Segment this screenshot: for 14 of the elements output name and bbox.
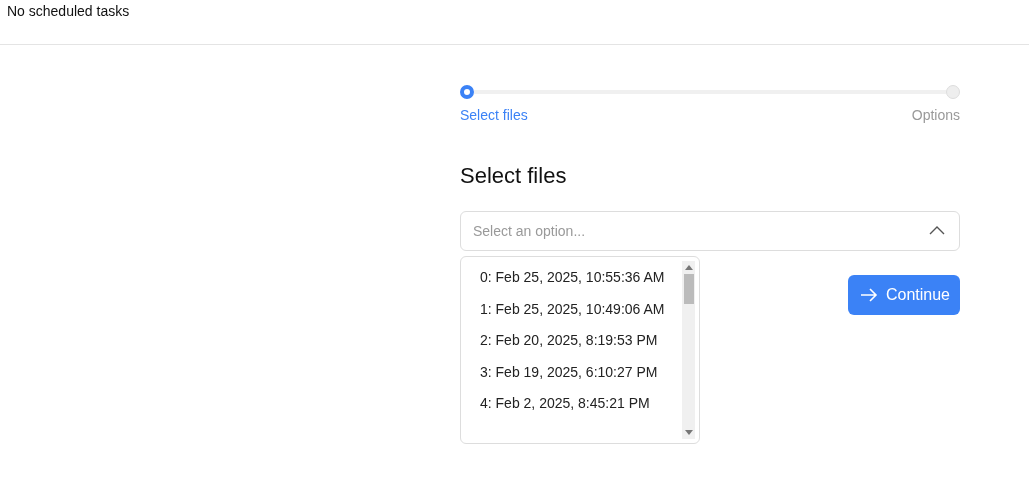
dropdown-option[interactable]: 4: Feb 2, 2025, 8:45:21 PM <box>480 395 682 427</box>
continue-button[interactable]: Continue <box>847 275 960 315</box>
scrollbar[interactable] <box>682 261 695 439</box>
dropdown-option[interactable]: 3: Feb 19, 2025, 6:10:27 PM <box>480 363 682 395</box>
dropdown-option[interactable]: 2: Feb 20, 2025, 8:19:53 PM <box>480 332 682 364</box>
scroll-down-icon[interactable] <box>684 430 693 435</box>
status-text: No scheduled tasks <box>7 3 130 19</box>
step-label[interactable]: Select files <box>460 107 528 123</box>
section-heading: Select files <box>460 163 568 189</box>
dropdown-option[interactable]: 0: Feb 25, 2025, 10:55:36 AM <box>480 269 682 301</box>
scrollbar-thumb[interactable] <box>683 274 694 304</box>
chevron-icon <box>929 226 945 236</box>
dropdown-option[interactable]: 1: Feb 25, 2025, 10:49:06 AM <box>480 300 682 332</box>
arrow-right-icon <box>859 288 878 302</box>
